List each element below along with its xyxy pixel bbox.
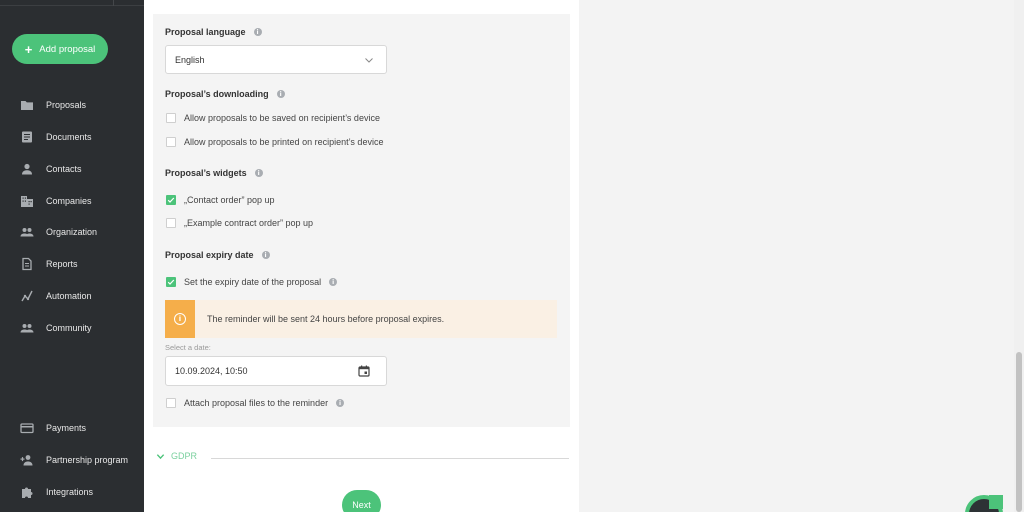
sidebar-item-companies[interactable]: Companies [20, 191, 144, 211]
community-icon [20, 324, 34, 333]
sidebar-item-integrations[interactable]: Integrations [20, 482, 144, 502]
info-icon[interactable]: i [336, 399, 345, 407]
reminder-notice-text: The reminder will be sent 24 hours befor… [207, 314, 445, 324]
building-icon [21, 196, 33, 207]
attach-files-label: Attach proposal files to the reminder [184, 398, 329, 408]
sidebar-item-label: Proposals [46, 100, 87, 110]
notice-accent-bar: i [165, 300, 195, 338]
sidebar-top-divider [0, 0, 144, 6]
set-expiry-label: Set the expiry date of the proposal [184, 277, 322, 287]
gdpr-toggle[interactable]: GDPR [156, 451, 197, 461]
allow-save-checkbox-row[interactable]: Allow proposals to be saved on recipient… [166, 113, 380, 123]
sidebar-item-label: Integrations [46, 487, 94, 497]
info-icon[interactable]: i [329, 278, 338, 286]
scrollbar-thumb[interactable] [1016, 352, 1022, 512]
contact-order-label: „Contact order” pop up [184, 195, 275, 205]
downloading-section-title: Proposal’s downloading i [165, 89, 285, 99]
sidebar-item-label: Partnership program [46, 455, 129, 465]
language-select-value: English [175, 54, 205, 65]
language-select[interactable]: English [165, 45, 387, 74]
puzzle-icon [22, 487, 33, 498]
sidebar-item-automation[interactable]: Automation [20, 286, 144, 306]
folder-icon [21, 101, 33, 110]
sidebar-item-label: Automation [46, 291, 92, 301]
info-circle-icon: i [174, 313, 186, 325]
page-scrollbar[interactable] [1014, 0, 1024, 512]
expiry-date-field[interactable]: 10.09.2024, 10:50 [165, 356, 387, 386]
info-icon[interactable]: i [276, 90, 285, 98]
add-proposal-button[interactable]: + Add proposal [12, 34, 108, 64]
checkmark-icon [167, 197, 175, 203]
expiry-date-value: 10.09.2024, 10:50 [175, 366, 248, 376]
reminder-notice: i The reminder will be sent 24 hours bef… [165, 300, 557, 338]
chat-widget-button[interactable] [965, 495, 1003, 512]
allow-print-label: Allow proposals to be printed on recipie… [184, 137, 384, 147]
sidebar-item-proposals[interactable]: Proposals [20, 95, 144, 115]
language-section-title: Proposal language i [165, 27, 262, 37]
next-button-label: Next [352, 500, 371, 510]
next-button[interactable]: Next [342, 490, 381, 512]
date-field-label: Select a date: [165, 343, 211, 352]
plus-icon: + [24, 41, 33, 57]
expiry-section-title: Proposal expiry date i [165, 250, 270, 260]
example-contract-label: „Example contract order” pop up [184, 218, 314, 228]
set-expiry-checkbox-row[interactable]: Set the expiry date of the proposal i [166, 277, 338, 287]
credit-card-icon [20, 423, 34, 434]
checkmark-icon [167, 279, 175, 285]
allow-print-checkbox[interactable] [166, 137, 176, 147]
chat-badge [989, 495, 1003, 509]
info-icon[interactable]: i [254, 169, 263, 177]
sidebar-item-documents[interactable]: Documents [20, 127, 144, 147]
sidebar-item-contacts[interactable]: Contacts [20, 159, 144, 179]
gdpr-divider [211, 458, 569, 459]
attach-files-checkbox[interactable] [166, 398, 176, 408]
people-icon [20, 228, 34, 237]
widgets-section-title: Proposal’s widgets i [165, 168, 263, 178]
example-contract-checkbox[interactable] [166, 218, 176, 228]
allow-save-label: Allow proposals to be saved on recipient… [184, 113, 380, 123]
attach-files-checkbox-row[interactable]: Attach proposal files to the reminder i [166, 398, 345, 408]
contact-order-checkbox[interactable] [166, 195, 176, 205]
sidebar-item-reports[interactable]: Reports [20, 254, 144, 274]
sidebar-item-label: Community [46, 323, 92, 333]
calendar-icon[interactable] [358, 365, 370, 377]
sidebar-item-label: Documents [46, 132, 92, 142]
add-proposal-label: Add proposal [39, 43, 96, 55]
sidebar-item-partnership-program[interactable]: Partnership program [20, 450, 144, 470]
info-icon[interactable]: i [253, 28, 262, 36]
sidebar-item-community[interactable]: Community [20, 318, 144, 338]
sidebar-item-label: Reports [46, 259, 78, 269]
contact-order-checkbox-row[interactable]: „Contact order” pop up [166, 195, 275, 205]
sidebar-item-label: Contacts [46, 164, 82, 174]
chevron-down-icon [365, 58, 373, 63]
sidebar-item-label: Payments [46, 423, 87, 433]
gdpr-label: GDPR [171, 451, 198, 461]
automation-icon [21, 290, 33, 302]
sidebar-item-label: Companies [46, 196, 92, 206]
person-add-icon [20, 455, 33, 466]
set-expiry-checkbox[interactable] [166, 277, 176, 287]
allow-save-checkbox[interactable] [166, 113, 176, 123]
person-icon [22, 163, 32, 175]
report-icon [22, 257, 32, 271]
sidebar: + Add proposal Proposals Documents Conta… [0, 0, 144, 512]
sidebar-item-payments[interactable]: Payments [20, 418, 144, 438]
example-contract-checkbox-row[interactable]: „Example contract order” pop up [166, 218, 313, 228]
chevron-down-icon [156, 453, 165, 459]
sidebar-item-label: Organization [46, 227, 98, 237]
document-icon [22, 131, 32, 143]
allow-print-checkbox-row[interactable]: Allow proposals to be printed on recipie… [166, 137, 383, 147]
info-icon[interactable]: i [261, 251, 270, 259]
sidebar-item-organization[interactable]: Organization [20, 222, 144, 242]
